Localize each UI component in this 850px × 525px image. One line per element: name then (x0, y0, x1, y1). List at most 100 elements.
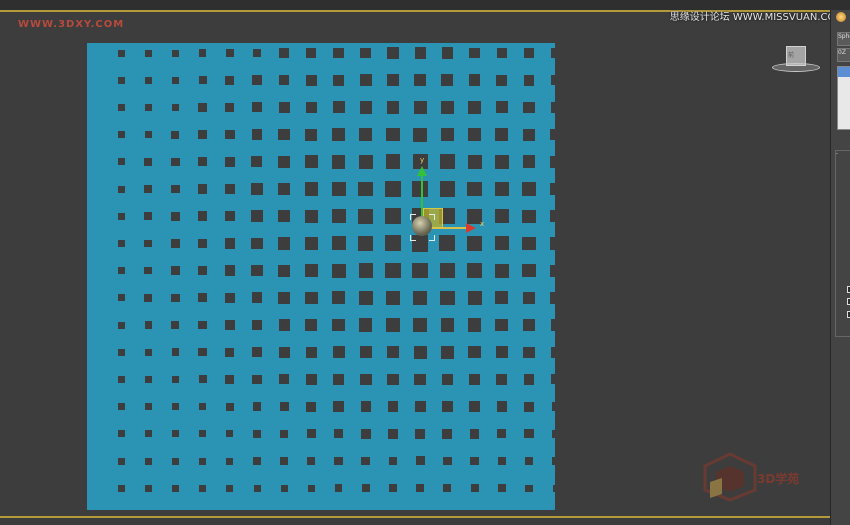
plane-hole (550, 291, 563, 304)
plane-hole (360, 47, 372, 59)
plane-hole (359, 127, 373, 142)
plane-hole (305, 291, 318, 305)
plane-hole (171, 348, 180, 356)
plane-hole (494, 263, 509, 278)
viewport-perspective[interactable]: y x 前 (0, 10, 830, 518)
plane-hole (171, 293, 180, 302)
plane-hole (304, 182, 318, 196)
plane-hole (331, 236, 346, 251)
viewcube[interactable]: 前 (772, 46, 820, 76)
plane-hole (144, 294, 152, 302)
plane-hole (467, 290, 482, 305)
plane-hole (440, 127, 455, 142)
plane-hole (117, 267, 125, 275)
plane-hole (551, 75, 562, 86)
viewcube-compass-ring[interactable] (772, 63, 820, 72)
plane-hole (414, 74, 427, 87)
plane-hole (225, 102, 235, 113)
object-name-field[interactable]: Sphe (837, 32, 850, 46)
plane-hole (412, 290, 428, 306)
plane-hole (416, 484, 425, 493)
plane-hole (358, 263, 374, 278)
plane-hole (307, 456, 316, 466)
selection-bracket-tl (410, 214, 416, 220)
plane-hole (304, 264, 318, 278)
move-gizmo[interactable]: y x (400, 152, 500, 252)
plane-hole (413, 345, 427, 359)
plane-hole (523, 374, 535, 385)
selection-bracket-br (429, 235, 435, 241)
plane-hole (280, 484, 288, 492)
plane-hole (171, 239, 180, 248)
modifier-list[interactable] (837, 66, 850, 130)
plane-hole (279, 75, 290, 86)
gizmo-y-arrow[interactable] (417, 166, 427, 176)
plane-hole (171, 403, 179, 411)
plane-hole (198, 76, 207, 85)
plane-hole (496, 401, 507, 412)
panel-scroll-area[interactable] (835, 150, 850, 337)
plane-hole (497, 429, 507, 439)
plane-hole (197, 238, 208, 249)
modifier-list-selected[interactable] (838, 67, 850, 77)
plane-hole (199, 457, 207, 465)
plane-hole (224, 238, 236, 249)
plane-hole (495, 318, 509, 332)
plane-hole (278, 210, 291, 223)
plane-hole (117, 321, 125, 329)
plane-hole (144, 403, 152, 411)
plane-hole (117, 430, 125, 438)
plane-hole (385, 181, 401, 197)
plane-hole (306, 74, 317, 86)
plane-hole (224, 265, 235, 276)
plane-hole (198, 402, 207, 411)
plane-hole (331, 155, 346, 169)
plane-hole (278, 319, 290, 331)
plane-hole (171, 76, 180, 84)
plane-hole (144, 212, 153, 221)
plane-hole (197, 211, 208, 221)
plane-hole (441, 373, 454, 386)
plane-hole (441, 345, 454, 359)
plane-hole (358, 154, 373, 169)
object-color-field[interactable]: 0Z (837, 48, 850, 62)
plane-hole (332, 128, 345, 141)
plane-hole (144, 239, 153, 248)
plane-hole (278, 182, 291, 196)
plane-hole (333, 429, 344, 439)
plane-hole (304, 209, 319, 223)
gizmo-x-arrow[interactable] (466, 223, 476, 233)
plane-hole (470, 456, 479, 466)
plane-hole (306, 401, 317, 412)
plane-hole (334, 484, 343, 492)
plane-hole (524, 456, 534, 466)
plane-hole (387, 401, 399, 412)
plane-hole (523, 74, 535, 86)
plane-hole (522, 264, 536, 278)
plane-hole (496, 47, 508, 59)
plane-hole (358, 208, 374, 224)
plane-hole (306, 374, 317, 385)
plane-hole (414, 401, 426, 413)
plane-hole (251, 264, 263, 277)
plane-hole (550, 182, 563, 196)
plane-hole (333, 401, 344, 412)
plane-hole (171, 130, 180, 139)
plane-hole (306, 47, 317, 58)
plane-hole (251, 102, 263, 113)
plane-hole (117, 294, 125, 302)
plane-hole (359, 346, 372, 359)
plane-hole (224, 210, 236, 222)
plane-hole (171, 157, 180, 166)
plane-hole (467, 263, 482, 278)
plane-hole (307, 484, 316, 492)
perforated-plane[interactable] (87, 43, 563, 510)
plane-hole (199, 484, 207, 492)
plane-hole (144, 266, 152, 275)
plane-hole (361, 456, 371, 466)
plane-hole (468, 74, 481, 87)
plane-hole (197, 157, 208, 167)
plane-hole (522, 236, 536, 251)
plane-hole (144, 348, 152, 356)
plane-hole (226, 484, 234, 492)
